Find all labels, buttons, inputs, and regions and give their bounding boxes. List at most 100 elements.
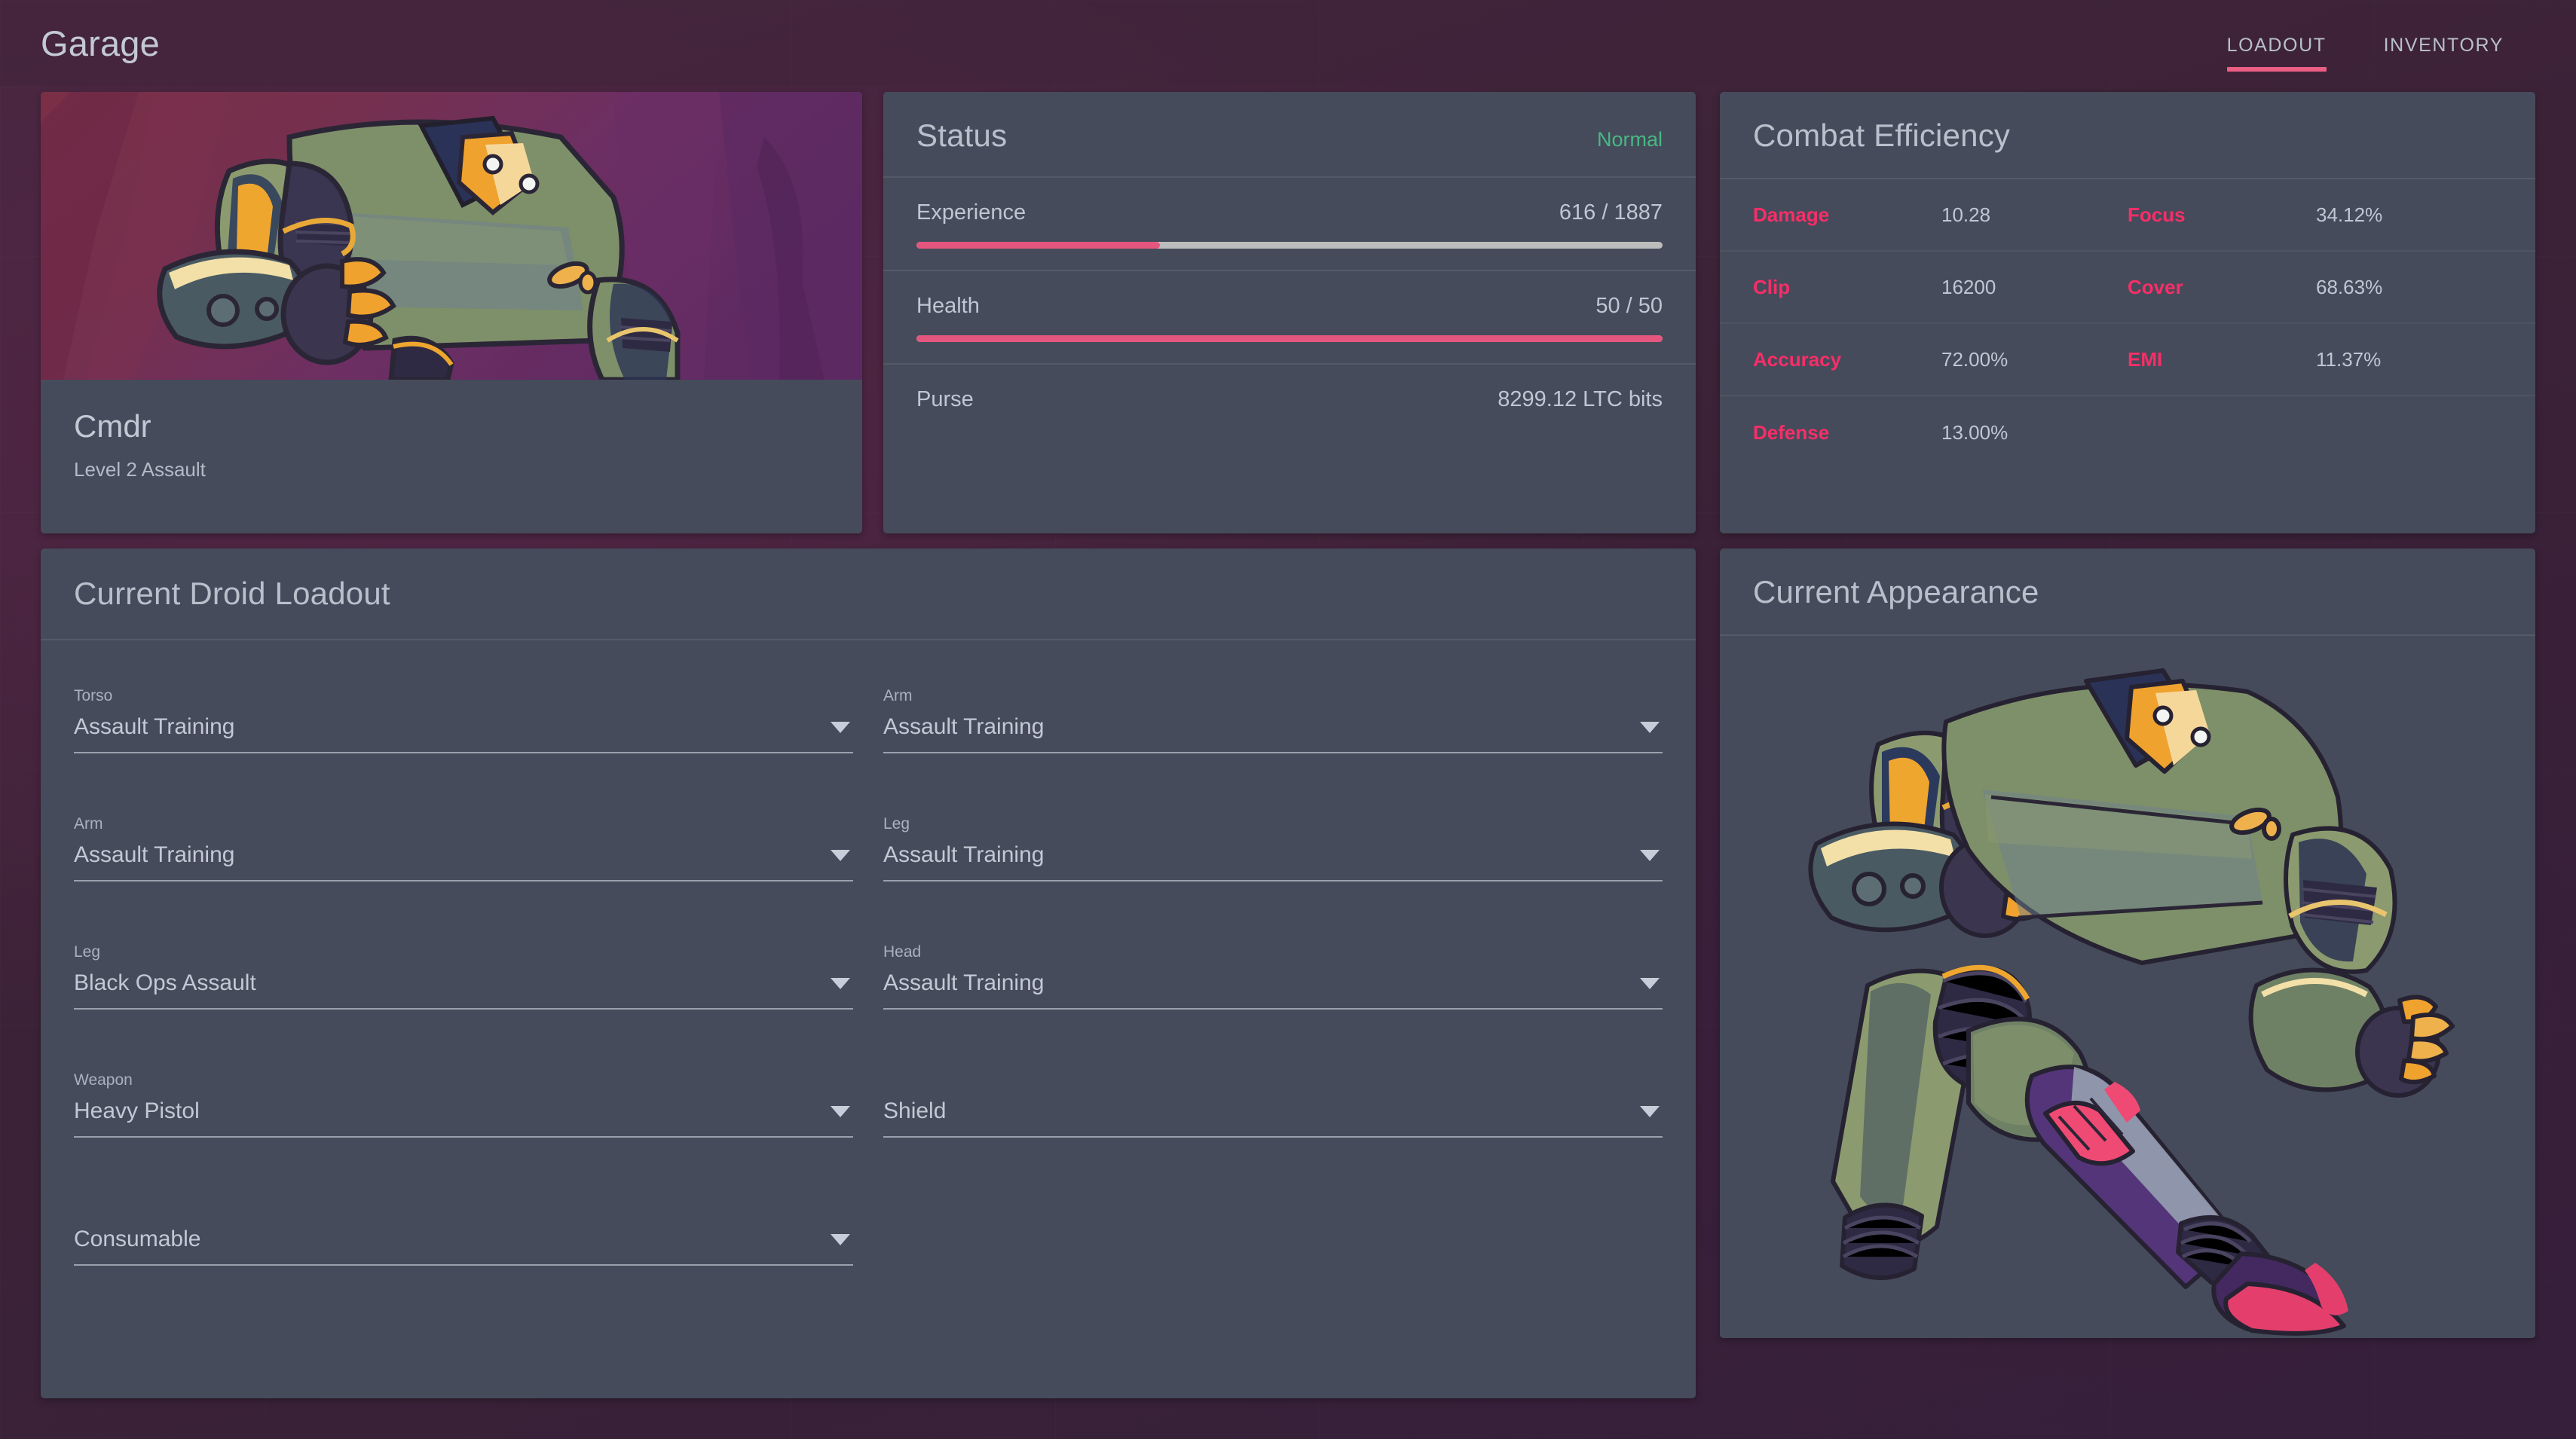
cover-label: Cover (2128, 275, 2183, 298)
status-panel: Status Normal Experience 616 / 1887 Heal… (883, 92, 1696, 533)
combat-stat-damage: Damage 10.28 (1753, 203, 2128, 227)
current-appearance-panel: Current Appearance (1720, 548, 2535, 1338)
combat-stat-focus: Focus 34.12% (2128, 203, 2502, 227)
top-bar: Garage LOADOUT INVENTORY (0, 0, 2576, 86)
combat-panel-header: Combat Efficiency (1720, 92, 2535, 179)
slot-weapon-value: Heavy Pistol (74, 1098, 200, 1123)
combat-stat-clip: Clip 16200 (1753, 276, 2128, 299)
status-row-health: Health 50 / 50 (883, 271, 1696, 365)
chevron-down-icon (1640, 977, 1660, 989)
clip-label: Clip (1753, 275, 1791, 298)
slot-arm-right-value: Assault Training (883, 714, 1045, 739)
slot-consumable-select[interactable]: Consumable (74, 1227, 853, 1266)
loadout-grid-spacer (883, 1189, 1663, 1317)
droid-portrait-art (41, 92, 862, 380)
droid-full-body-art (1720, 654, 2535, 1338)
slot-leg-left-value: Black Ops Assault (74, 970, 256, 995)
slot-head-label: Head (883, 943, 922, 961)
current-droid-loadout-panel: Current Droid Loadout Torso Assault Trai… (41, 548, 1696, 1398)
loadout-slot-grid: Torso Assault Training Arm Assault Train… (41, 640, 1696, 1317)
combat-panel-title: Combat Efficiency (1753, 118, 2011, 153)
slot-weapon[interactable]: Weapon Heavy Pistol (74, 1061, 853, 1189)
slot-head[interactable]: Head Assault Training (883, 933, 1663, 1061)
defense-label: Defense (1753, 420, 1830, 444)
accuracy-label: Accuracy (1753, 347, 1842, 371)
experience-bar-fill (916, 242, 1160, 249)
loadout-panel-title: Current Droid Loadout (74, 576, 390, 611)
slot-torso[interactable]: Torso Assault Training (74, 677, 853, 805)
chevron-down-icon (831, 1233, 850, 1245)
accuracy-value: 72.00% (1941, 347, 2008, 371)
droid-level-class: Level 2 Assault (74, 458, 206, 481)
slot-weapon-label: Weapon (74, 1071, 133, 1089)
table-row: Defense 13.00% (1720, 396, 2535, 469)
slot-weapon-select[interactable]: Heavy Pistol (74, 1098, 853, 1138)
status-panel-header: Status Normal (883, 92, 1696, 178)
tab-inventory[interactable]: INVENTORY (2355, 21, 2532, 76)
focus-label: Focus (2128, 203, 2186, 226)
slot-torso-select[interactable]: Assault Training (74, 714, 853, 753)
loadout-panel-header: Current Droid Loadout (41, 548, 1696, 640)
chevron-down-icon (831, 849, 850, 861)
experience-bar-track (916, 242, 1663, 249)
status-row-experience: Experience 616 / 1887 (883, 178, 1696, 271)
defense-value: 13.00% (1941, 420, 2008, 444)
combat-stat-cover: Cover 68.63% (2128, 276, 2502, 299)
chevron-down-icon (831, 1105, 850, 1117)
combat-stats-table: Damage 10.28 Focus 34.12% Clip 16200 Cov… (1720, 179, 2535, 469)
slot-arm-left-label: Arm (74, 815, 103, 833)
focus-value: 34.12% (2316, 203, 2383, 226)
slot-consumable-value: Consumable (74, 1227, 201, 1251)
slot-leg-right-select[interactable]: Assault Training (883, 842, 1663, 881)
slot-arm-left-select[interactable]: Assault Training (74, 842, 853, 881)
tab-loadout[interactable]: LOADOUT (2198, 21, 2355, 76)
health-bar-track (916, 335, 1663, 342)
combat-stat-emi: EMI 11.37% (2128, 348, 2502, 371)
damage-label: Damage (1753, 203, 1830, 226)
clip-value: 16200 (1941, 275, 1996, 298)
slot-shield[interactable]: Shield (883, 1061, 1663, 1189)
chevron-down-icon (831, 977, 850, 989)
slot-torso-value: Assault Training (74, 714, 235, 739)
emi-value: 11.37% (2316, 347, 2382, 371)
slot-arm-right-select[interactable]: Assault Training (883, 714, 1663, 753)
main-nav: LOADOUT INVENTORY (2198, 0, 2532, 86)
droid-portrait-svg (41, 92, 862, 380)
status-panel-title: Status (916, 118, 1008, 153)
slot-leg-right-value: Assault Training (883, 842, 1045, 867)
tab-active-indicator (2226, 66, 2327, 72)
tab-loadout-label: LOADOUT (2226, 34, 2327, 56)
slot-head-select[interactable]: Assault Training (883, 970, 1663, 1010)
slot-shield-value: Shield (883, 1098, 947, 1123)
table-row: Clip 16200 Cover 68.63% (1720, 252, 2535, 324)
slot-arm-left[interactable]: Arm Assault Training (74, 805, 853, 933)
purse-label: Purse (916, 387, 974, 411)
slot-leg-right-label: Leg (883, 815, 910, 833)
status-rows: Experience 616 / 1887 Health 50 / 50 Pur… (883, 178, 1696, 433)
chevron-down-icon (1640, 721, 1660, 733)
chevron-down-icon (831, 721, 850, 733)
slot-shield-select[interactable]: Shield (883, 1098, 1663, 1138)
chevron-down-icon (1640, 849, 1660, 861)
combat-efficiency-panel: Combat Efficiency Damage 10.28 Focus 34.… (1720, 92, 2535, 533)
droid-avatar-card: Cmdr Level 2 Assault (41, 92, 862, 533)
slot-leg-right[interactable]: Leg Assault Training (883, 805, 1663, 933)
droid-identity: Cmdr Level 2 Assault (41, 380, 862, 533)
slot-consumable[interactable]: Consumable (74, 1189, 853, 1317)
combat-stat-accuracy: Accuracy 72.00% (1753, 348, 2128, 371)
health-label: Health (916, 294, 980, 318)
experience-label: Experience (916, 200, 1026, 225)
experience-value: 616 / 1887 (1559, 200, 1663, 225)
slot-leg-left-select[interactable]: Black Ops Assault (74, 970, 853, 1010)
appearance-panel-title: Current Appearance (1753, 574, 2039, 610)
slot-consumable-label (74, 1199, 853, 1219)
slot-arm-right[interactable]: Arm Assault Training (883, 677, 1663, 805)
chevron-down-icon (1640, 1105, 1660, 1117)
status-badge: Normal (1596, 128, 1663, 151)
tab-inventory-label: INVENTORY (2383, 34, 2504, 56)
slot-head-value: Assault Training (883, 970, 1045, 995)
slot-leg-left[interactable]: Leg Black Ops Assault (74, 933, 853, 1061)
combat-stat-defense: Defense 13.00% (1753, 421, 2128, 445)
table-row: Accuracy 72.00% EMI 11.37% (1720, 324, 2535, 396)
slot-arm-right-label: Arm (883, 687, 913, 704)
